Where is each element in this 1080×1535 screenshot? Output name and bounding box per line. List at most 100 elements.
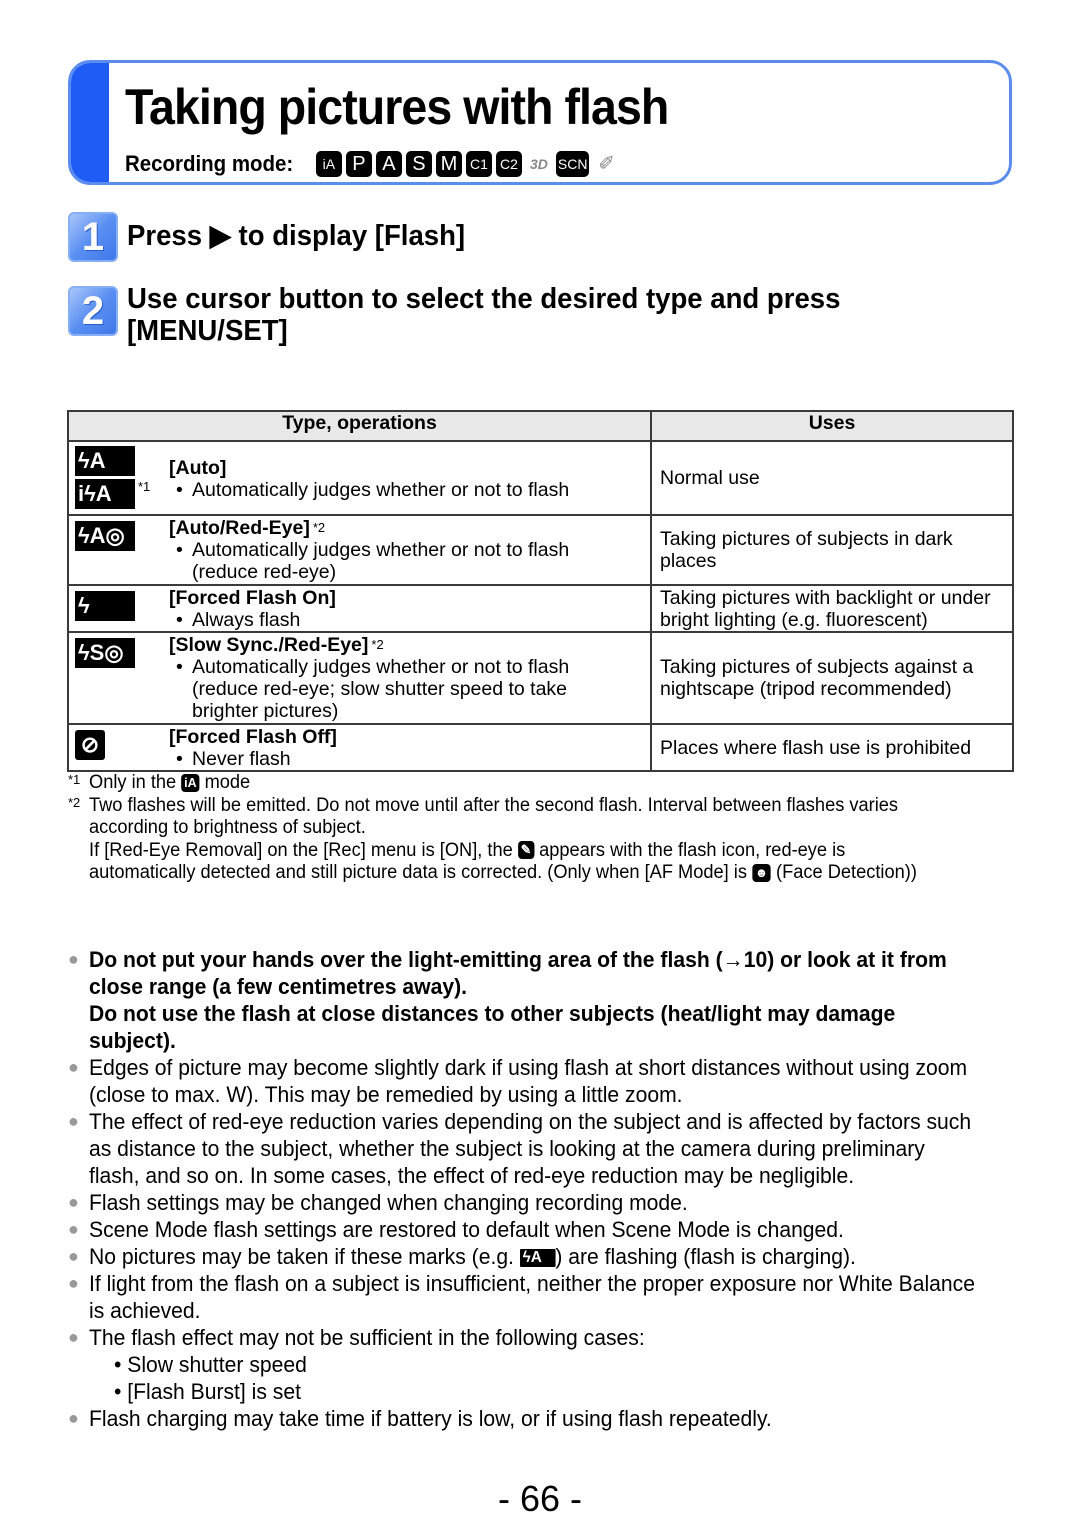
- flash-auto-icon: ϟA: [75, 446, 135, 476]
- operation-bullet: Automatically judges whether or not to f…: [192, 479, 570, 501]
- footnote-text: If [Red-Eye Removal] on the [Rec] menu i…: [89, 839, 518, 861]
- mode-manual-icon: M: [435, 151, 462, 177]
- bullet-dot: •: [113, 1352, 128, 1377]
- bullet-icon: ●: [68, 1219, 79, 1239]
- bullet-icon: ●: [68, 1327, 79, 1347]
- note-text: Do not use the flash at close distances …: [89, 1001, 896, 1053]
- operation-continuation: brighter pictures): [192, 700, 339, 722]
- sub-note-text: Slow shutter speed: [127, 1352, 307, 1377]
- mode-scene-icon: SCN: [555, 151, 590, 177]
- bullet-icon: ●: [68, 1408, 79, 1428]
- operation-continuation: (reduce red-eye): [192, 561, 337, 583]
- notes-list: ● Do not put your hands over the light-e…: [68, 946, 1018, 1432]
- note-text: If light from the flash on a subject is …: [89, 1271, 975, 1323]
- footnote-text: Only in the: [89, 772, 182, 793]
- note-text: Scene Mode flash settings are restored t…: [89, 1217, 844, 1242]
- footnotes: *1 Only in the iA mode *2 Two flashes wi…: [68, 772, 1018, 885]
- type-cell: ϟ [Forced Flash On] • Always flash: [67, 584, 652, 633]
- uses-cell: Taking pictures with backlight or under …: [650, 584, 1014, 633]
- note-item: ● Flash settings may be changed when cha…: [68, 1189, 1018, 1216]
- column-header-type: Type, operations: [67, 410, 652, 442]
- operation-bullet: Automatically judges whether or not to f…: [192, 539, 570, 561]
- operation-continuation: (reduce red-eye; slow shutter speed to t…: [192, 678, 568, 700]
- note-item: ● The effect of red-eye reduction varies…: [68, 1108, 1018, 1189]
- note-item: ● Edges of picture may become slightly d…: [68, 1054, 1018, 1108]
- note-text: ) are flashing (flash is charging).: [555, 1244, 856, 1269]
- recording-mode-label: Recording mode:: [125, 151, 294, 176]
- bullet-icon: ●: [68, 1111, 79, 1131]
- note-text: Flash charging may take time if battery …: [89, 1406, 772, 1431]
- mode-shutter-icon: S: [405, 151, 432, 177]
- footnote-ref: *1: [138, 479, 151, 494]
- type-cell: ⊘ [Forced Flash Off] • Never flash: [67, 723, 652, 772]
- flash-auto-red-eye-icon: ϟA◎: [75, 521, 135, 551]
- operation-bullet: Automatically judges whether or not to f…: [192, 656, 570, 678]
- step-1-badge: 1: [68, 212, 118, 262]
- table-row: ⊘ [Forced Flash Off] • Never flash Places…: [67, 723, 1014, 772]
- bullet-icon: ●: [68, 1192, 79, 1212]
- note-text: The flash effect may not be sufficient i…: [89, 1325, 645, 1350]
- mode-creative-icon: ✐: [598, 153, 615, 175]
- mode-aperture-icon: A: [375, 151, 402, 177]
- note-text: No pictures may be taken if these marks …: [89, 1244, 520, 1269]
- bullet-icon: ●: [68, 1057, 79, 1077]
- type-cell: ϟA◎ [Auto/Red-Eye] *2 • Automatically judg…: [67, 514, 652, 586]
- step-1-text: Press ▶ to display [Flash]: [127, 220, 466, 252]
- uses-cell: Taking pictures of subjects in dark plac…: [650, 514, 1014, 586]
- mode-custom-2-icon: C2: [495, 151, 522, 177]
- flash-slow-sync-red-eye-icon: ϟS◎: [75, 638, 135, 668]
- bullet-icon: ●: [68, 949, 79, 969]
- intelligent-auto-icon: iA: [181, 773, 200, 792]
- footnote-text: Two flashes will be emitted. Do not move…: [89, 794, 899, 839]
- mode-intelligent-auto-icon: iA: [315, 151, 342, 177]
- note-item: Do not use the flash at close distances …: [68, 1000, 1018, 1054]
- table-row: ϟ [Forced Flash On] • Always flash Taking…: [67, 584, 1014, 633]
- note-item: ● No pictures may be taken if these mark…: [68, 1243, 1018, 1270]
- operation-bullet: Never flash: [192, 748, 291, 770]
- page-number: - 66 -: [497, 1478, 583, 1519]
- table-header-row: Type, operations Uses: [67, 410, 1014, 442]
- header-box: Taking pictures with flash Recording mod…: [68, 60, 1012, 185]
- table-row: ϟS◎ [Slow Sync./Red-Eye] *2 • Automaticall…: [67, 631, 1014, 725]
- page-title: Taking pictures with flash: [125, 79, 669, 135]
- table-row: ϟA iϟA *1 [Auto] • Automatically judges wh…: [67, 440, 1014, 516]
- bullet-dot: •: [176, 479, 183, 501]
- red-eye-removal-icon: ✎: [517, 841, 535, 860]
- bullet-dot: •: [176, 748, 183, 770]
- note-item: ● Flash charging may take time if batter…: [68, 1405, 1018, 1432]
- footnote-2: *2 Two flashes will be emitted. Do not m…: [68, 795, 1018, 885]
- flash-auto-icon: ϟA: [519, 1249, 556, 1268]
- note-item: ● If light from the flash on a subject i…: [68, 1270, 1018, 1324]
- step-2-text: Use cursor button to select the desired …: [127, 283, 841, 347]
- note-text: Do not put your hands over the light-emi…: [89, 947, 947, 999]
- step-1: 1 Press ▶ to display [Flash]: [68, 212, 947, 262]
- step-2: 2 Use cursor button to select the desire…: [68, 283, 947, 347]
- flash-ia-auto-icon: iϟA: [75, 479, 135, 509]
- step-2-badge: 2: [68, 286, 118, 336]
- note-text: Flash settings may be changed when chang…: [89, 1190, 688, 1215]
- flash-forced-on-icon: ϟ: [75, 591, 135, 621]
- header-accent-bar: [71, 63, 109, 182]
- table-row: ϟA◎ [Auto/Red-Eye] *2 • Automatically judg…: [67, 514, 1014, 586]
- footnote-mark: *2: [68, 794, 81, 810]
- uses-cell: Taking pictures of subjects against a ni…: [650, 631, 1014, 725]
- note-text: The effect of red-eye reduction varies d…: [89, 1109, 972, 1188]
- operation-title: [Auto/Red-Eye]: [169, 517, 310, 539]
- sub-note-text: [Flash Burst] is set: [127, 1379, 301, 1404]
- operation-title: [Forced Flash Off]: [169, 726, 337, 748]
- footnote-text: mode: [199, 772, 251, 793]
- uses-cell: Normal use: [650, 440, 1014, 516]
- operation-title: [Forced Flash On]: [169, 587, 336, 609]
- footnote-mark: *1: [68, 772, 81, 787]
- bullet-dot: •: [113, 1379, 128, 1404]
- uses-cell: Places where flash use is prohibited: [650, 723, 1014, 772]
- note-item: ● Do not put your hands over the light-e…: [68, 946, 1018, 1000]
- bullet-dot: •: [176, 656, 183, 678]
- operation-title: [Auto]: [169, 457, 227, 479]
- bullet-dot: •: [176, 609, 183, 631]
- recording-mode-row: Recording mode: iA P A S M C1 C2 3D SCN …: [125, 151, 619, 177]
- operation-bullet: Always flash: [192, 609, 301, 631]
- operation-title: [Slow Sync./Red-Eye]: [169, 634, 369, 656]
- mode-3d-icon: 3D: [529, 156, 548, 172]
- footnote-ref: *2: [312, 520, 326, 535]
